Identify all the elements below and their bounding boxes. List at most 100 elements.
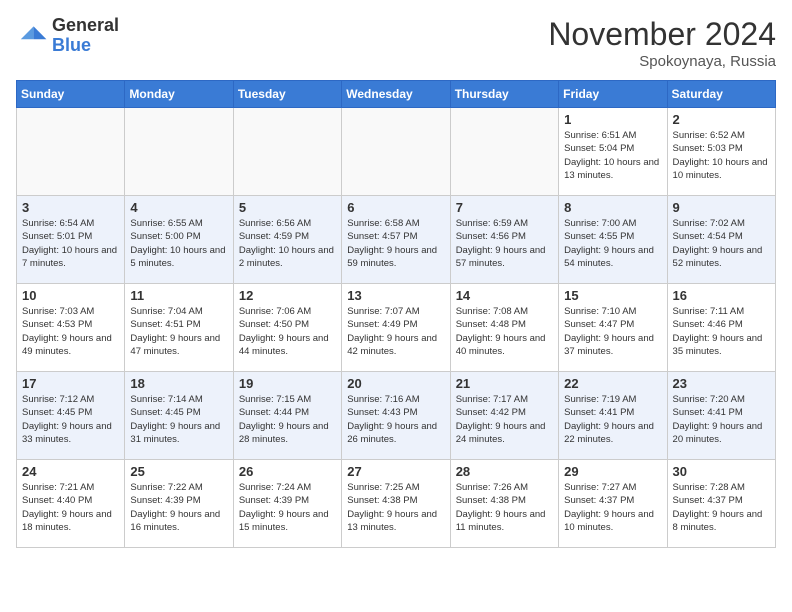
calendar-cell: 9 Sunrise: 7:02 AM Sunset: 4:54 PM Daylig… — [667, 196, 775, 284]
calendar-cell: 19 Sunrise: 7:15 AM Sunset: 4:44 PM Dayli… — [233, 372, 341, 460]
day-info: Sunrise: 7:16 AM Sunset: 4:43 PM Dayligh… — [347, 393, 444, 446]
calendar-cell: 6 Sunrise: 6:58 AM Sunset: 4:57 PM Daylig… — [342, 196, 450, 284]
calendar-cell: 15Sunrise: 7:10 AM Sunset: 4:47 PM Dayli… — [559, 284, 667, 372]
calendar-cell: 27Sunrise: 7:25 AM Sunset: 4:38 PM Dayli… — [342, 460, 450, 548]
day-info: Sunrise: 7:07 AM Sunset: 4:49 PM Dayligh… — [347, 305, 444, 358]
calendar-cell: 20Sunrise: 7:16 AM Sunset: 4:43 PM Dayli… — [342, 372, 450, 460]
day-number: 29 — [564, 464, 661, 479]
calendar-cell: 8 Sunrise: 7:00 AM Sunset: 4:55 PM Daylig… — [559, 196, 667, 284]
calendar-cell: 25Sunrise: 7:22 AM Sunset: 4:39 PM Dayli… — [125, 460, 233, 548]
calendar-cell: 30 Sunrise: 7:28 AM Sunset: 4:37 PM Dayli… — [667, 460, 775, 548]
calendar-cell: 7Sunrise: 6:59 AM Sunset: 4:56 PM Daylig… — [450, 196, 558, 284]
calendar-week-3: 10 Sunrise: 7:03 AM Sunset: 4:53 PM Dayli… — [17, 284, 776, 372]
day-info: Sunrise: 7:20 AM Sunset: 4:41 PM Dayligh… — [673, 393, 770, 446]
day-info: Sunrise: 7:19 AM Sunset: 4:41 PM Dayligh… — [564, 393, 661, 446]
calendar-cell: 12 Sunrise: 7:06 AM Sunset: 4:50 PM Dayli… — [233, 284, 341, 372]
day-info: Sunrise: 7:00 AM Sunset: 4:55 PM Dayligh… — [564, 217, 661, 270]
calendar-cell: 28Sunrise: 7:26 AM Sunset: 4:38 PM Dayli… — [450, 460, 558, 548]
calendar-cell: 13Sunrise: 7:07 AM Sunset: 4:49 PM Dayli… — [342, 284, 450, 372]
calendar-cell: 24 Sunrise: 7:21 AM Sunset: 4:40 PM Dayli… — [17, 460, 125, 548]
day-info: Sunrise: 7:24 AM Sunset: 4:39 PM Dayligh… — [239, 481, 336, 534]
calendar-cell — [125, 108, 233, 196]
day-number: 24 — [22, 464, 119, 479]
day-info: Sunrise: 7:14 AM Sunset: 4:45 PM Dayligh… — [130, 393, 227, 446]
day-info: Sunrise: 7:15 AM Sunset: 4:44 PM Dayligh… — [239, 393, 336, 446]
day-number: 18 — [130, 376, 227, 391]
calendar-cell — [450, 108, 558, 196]
day-number: 5 — [239, 200, 336, 215]
logo-blue: Blue — [52, 36, 119, 56]
calendar-cell: 26 Sunrise: 7:24 AM Sunset: 4:39 PM Dayli… — [233, 460, 341, 548]
logo-general: General — [52, 16, 119, 36]
day-info: Sunrise: 7:02 AM Sunset: 4:54 PM Dayligh… — [673, 217, 770, 270]
day-info: Sunrise: 6:55 AM Sunset: 5:00 PM Dayligh… — [130, 217, 227, 270]
day-info: Sunrise: 7:12 AM Sunset: 4:45 PM Dayligh… — [22, 393, 119, 446]
calendar-cell: 10 Sunrise: 7:03 AM Sunset: 4:53 PM Dayli… — [17, 284, 125, 372]
calendar-cell: 3Sunrise: 6:54 AM Sunset: 5:01 PM Daylig… — [17, 196, 125, 284]
calendar-week-1: 1 Sunrise: 6:51 AM Sunset: 5:04 PM Daylig… — [17, 108, 776, 196]
calendar-week-4: 17 Sunrise: 7:12 AM Sunset: 4:45 PM Dayli… — [17, 372, 776, 460]
day-number: 16 — [673, 288, 770, 303]
logo: General Blue — [16, 16, 119, 56]
weekday-header-wednesday: Wednesday — [342, 81, 450, 108]
calendar-cell: 29Sunrise: 7:27 AM Sunset: 4:37 PM Dayli… — [559, 460, 667, 548]
weekday-header-friday: Friday — [559, 81, 667, 108]
day-number: 11 — [130, 288, 227, 303]
calendar-cell: 11 Sunrise: 7:04 AM Sunset: 4:51 PM Dayli… — [125, 284, 233, 372]
calendar-cell: 5 Sunrise: 6:56 AM Sunset: 4:59 PM Daylig… — [233, 196, 341, 284]
day-info: Sunrise: 7:04 AM Sunset: 4:51 PM Dayligh… — [130, 305, 227, 358]
day-info: Sunrise: 7:17 AM Sunset: 4:42 PM Dayligh… — [456, 393, 553, 446]
day-info: Sunrise: 6:56 AM Sunset: 4:59 PM Dayligh… — [239, 217, 336, 270]
weekday-header-thursday: Thursday — [450, 81, 558, 108]
day-number: 26 — [239, 464, 336, 479]
day-number: 1 — [564, 112, 661, 127]
day-info: Sunrise: 7:08 AM Sunset: 4:48 PM Dayligh… — [456, 305, 553, 358]
day-number: 17 — [22, 376, 119, 391]
day-number: 2 — [673, 112, 770, 127]
month-title: November 2024 — [548, 16, 776, 53]
weekday-header-saturday: Saturday — [667, 81, 775, 108]
day-number: 10 — [22, 288, 119, 303]
location-subtitle: Spokoynaya, Russia — [548, 53, 776, 70]
logo-icon — [16, 20, 48, 52]
weekday-header-row: SundayMondayTuesdayWednesdayThursdayFrid… — [17, 81, 776, 108]
calendar-cell: 21 Sunrise: 7:17 AM Sunset: 4:42 PM Dayli… — [450, 372, 558, 460]
day-info: Sunrise: 7:28 AM Sunset: 4:37 PM Dayligh… — [673, 481, 770, 534]
day-info: Sunrise: 7:21 AM Sunset: 4:40 PM Dayligh… — [22, 481, 119, 534]
day-number: 9 — [673, 200, 770, 215]
day-info: Sunrise: 7:03 AM Sunset: 4:53 PM Dayligh… — [22, 305, 119, 358]
day-number: 23 — [673, 376, 770, 391]
calendar-cell: 4 Sunrise: 6:55 AM Sunset: 5:00 PM Daylig… — [125, 196, 233, 284]
day-info: Sunrise: 7:26 AM Sunset: 4:38 PM Dayligh… — [456, 481, 553, 534]
calendar-cell: 22 Sunrise: 7:19 AM Sunset: 4:41 PM Dayli… — [559, 372, 667, 460]
day-number: 19 — [239, 376, 336, 391]
calendar-cell: 16 Sunrise: 7:11 AM Sunset: 4:46 PM Dayli… — [667, 284, 775, 372]
day-number: 7 — [456, 200, 553, 215]
calendar-week-5: 24 Sunrise: 7:21 AM Sunset: 4:40 PM Dayli… — [17, 460, 776, 548]
day-number: 8 — [564, 200, 661, 215]
calendar-cell — [342, 108, 450, 196]
day-info: Sunrise: 7:06 AM Sunset: 4:50 PM Dayligh… — [239, 305, 336, 358]
day-info: Sunrise: 6:51 AM Sunset: 5:04 PM Dayligh… — [564, 129, 661, 182]
calendar-cell — [233, 108, 341, 196]
calendar-cell — [17, 108, 125, 196]
day-number: 30 — [673, 464, 770, 479]
day-info: Sunrise: 6:58 AM Sunset: 4:57 PM Dayligh… — [347, 217, 444, 270]
calendar-table: SundayMondayTuesdayWednesdayThursdayFrid… — [16, 80, 776, 548]
day-number: 21 — [456, 376, 553, 391]
calendar-cell: 2Sunrise: 6:52 AM Sunset: 5:03 PM Daylig… — [667, 108, 775, 196]
logo-text: General Blue — [52, 16, 119, 56]
calendar-cell: 17 Sunrise: 7:12 AM Sunset: 4:45 PM Dayli… — [17, 372, 125, 460]
day-number: 22 — [564, 376, 661, 391]
weekday-header-tuesday: Tuesday — [233, 81, 341, 108]
day-info: Sunrise: 6:54 AM Sunset: 5:01 PM Dayligh… — [22, 217, 119, 270]
day-info: Sunrise: 7:10 AM Sunset: 4:47 PM Dayligh… — [564, 305, 661, 358]
day-number: 6 — [347, 200, 444, 215]
calendar-cell: 23 Sunrise: 7:20 AM Sunset: 4:41 PM Dayli… — [667, 372, 775, 460]
day-number: 4 — [130, 200, 227, 215]
weekday-header-sunday: Sunday — [17, 81, 125, 108]
day-info: Sunrise: 7:25 AM Sunset: 4:38 PM Dayligh… — [347, 481, 444, 534]
title-block: November 2024 Spokoynaya, Russia — [548, 16, 776, 70]
day-number: 12 — [239, 288, 336, 303]
day-info: Sunrise: 7:11 AM Sunset: 4:46 PM Dayligh… — [673, 305, 770, 358]
